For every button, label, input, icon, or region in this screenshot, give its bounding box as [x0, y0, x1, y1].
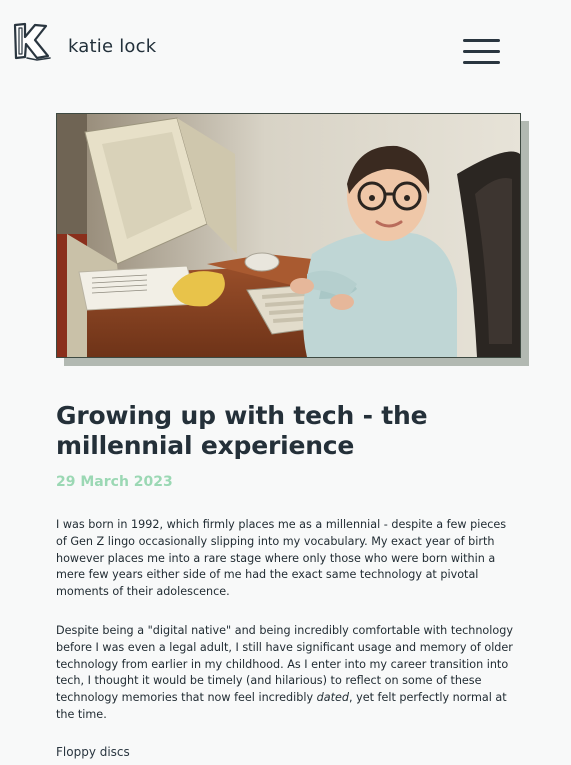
menu-line: [463, 61, 500, 64]
article-paragraph: Despite being a "digital native" and bei…: [56, 623, 518, 724]
menu-line: [463, 39, 500, 42]
site-header: katie lock: [0, 0, 571, 90]
emphasis-text: dated: [316, 691, 349, 705]
k-letter-logo-icon[interactable]: [11, 22, 53, 62]
article-date: 29 March 2023: [56, 474, 173, 490]
section-subheading: Floppy discs: [56, 745, 130, 759]
hero-image: [56, 113, 521, 358]
brand-name-link[interactable]: katie lock: [68, 36, 156, 57]
menu-line: [463, 50, 500, 53]
article-paragraph: I was born in 1992, which firmly places …: [56, 518, 507, 599]
hamburger-menu-icon[interactable]: [461, 37, 503, 67]
article-title: Growing up with tech - the millennial ex…: [56, 401, 428, 460]
